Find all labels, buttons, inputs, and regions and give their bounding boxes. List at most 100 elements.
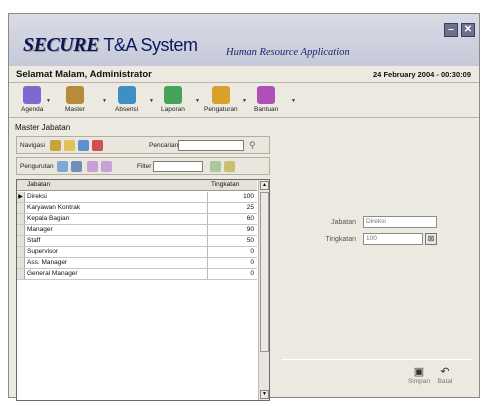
scroll-up-button[interactable]: ▲ — [260, 181, 269, 190]
sort-descending-icon[interactable] — [101, 161, 112, 172]
navigasi-label: Navigasi — [20, 142, 45, 149]
logo-secure: SECURE — [23, 34, 99, 56]
toolbar-bantuan[interactable]: Bantuan — [254, 86, 278, 113]
status-bar: Selamat Malam, Administrator 24 February… — [9, 67, 479, 83]
toolbar-agenda-label: Agenda — [21, 106, 44, 113]
master-dropdown-arrow[interactable]: ▼ — [102, 98, 107, 104]
column-tingkatan[interactable]: Tingkatan — [211, 181, 239, 188]
open-folder-icon[interactable] — [50, 140, 61, 151]
cell-tingkatan: 0 — [250, 270, 254, 277]
search-icon[interactable]: ⚲ — [249, 140, 260, 151]
agenda-icon — [23, 86, 42, 104]
cell-tingkatan: 100 — [243, 193, 254, 200]
grid-scrollbar[interactable]: ▲ ▼ — [258, 180, 269, 400]
toolbar-master-label: Master — [65, 106, 85, 113]
apply-filter-icon[interactable] — [210, 161, 221, 172]
cell-jabatan: Staff — [27, 237, 41, 244]
cell-jabatan: Karyawan Kontrak — [27, 204, 81, 211]
table-row[interactable]: Supervisor 0 — [17, 247, 257, 258]
filter-label: Filter — [137, 163, 152, 170]
bantuan-dropdown-arrow[interactable]: ▼ — [291, 98, 296, 104]
cell-jabatan: Ass. Manager — [27, 259, 68, 266]
toolbar-absensi[interactable]: Absensi — [115, 86, 138, 113]
pengurutan-label: Pengurutan — [20, 163, 54, 170]
edit-folder-icon[interactable] — [64, 140, 75, 151]
toolbar-laporan-label: Laporan — [161, 106, 185, 113]
save-button[interactable]: ▣ Simpan — [407, 366, 431, 385]
jabatan-field[interactable]: Direksi — [363, 216, 437, 228]
absensi-icon — [117, 86, 136, 104]
cell-jabatan: Manager — [27, 226, 53, 233]
cell-jabatan: Kepala Bagian — [27, 215, 70, 222]
toolbar-agenda[interactable]: Agenda — [21, 86, 43, 113]
datetime-text: 24 February 2004 - 00:30:09 — [373, 70, 471, 79]
main-window: SECURE T&A System Human Resource Applica… — [8, 13, 480, 401]
clear-filter-icon[interactable] — [224, 161, 235, 172]
cell-tingkatan: 60 — [246, 215, 254, 222]
save-label: Simpan — [407, 378, 431, 385]
form-divider — [282, 359, 472, 360]
tingkatan-field[interactable]: 100 — [363, 233, 423, 245]
table-row[interactable]: Kepala Bagian 60 — [17, 214, 257, 225]
toolbar-pengaturan-label: Pengaturan — [204, 106, 238, 113]
main-toolbar: Agenda ▼ Master ▼ Absensi ▼ Laporan ▼ Pe… — [9, 84, 479, 118]
bantuan-icon — [257, 86, 276, 104]
cell-jabatan: General Manager — [27, 270, 78, 277]
calculator-icon[interactable]: ⊠ — [425, 233, 437, 245]
sort-config-icon[interactable] — [57, 161, 68, 172]
pengaturan-dropdown-arrow[interactable]: ▼ — [242, 98, 247, 104]
panel-title: Master Jabatan — [15, 123, 71, 132]
minimize-button[interactable]: – — [444, 23, 458, 37]
grid-header: Jabatan Tingkatan — [17, 180, 257, 191]
cell-jabatan: Direksi — [27, 193, 47, 200]
search-input[interactable] — [178, 140, 244, 151]
logo-suffix: T&A System — [103, 35, 198, 55]
toolbar-pengaturan[interactable]: Pengaturan — [204, 86, 238, 113]
app-logo: SECURE T&A System — [23, 34, 198, 57]
laporan-icon — [163, 86, 182, 104]
save-icon: ▣ — [413, 366, 425, 378]
add-record-icon[interactable] — [78, 140, 89, 151]
toolbar-master[interactable]: Master — [65, 86, 85, 113]
absensi-dropdown-arrow[interactable]: ▼ — [149, 98, 154, 104]
jabatan-grid[interactable]: Jabatan Tingkatan ▶ Direksi 100 Karyawan… — [16, 179, 270, 401]
toolbar-absensi-label: Absensi — [115, 106, 139, 113]
cell-jabatan: Supervisor — [27, 248, 59, 255]
column-jabatan[interactable]: Jabatan — [27, 181, 50, 188]
app-tagline: Human Resource Application — [226, 47, 350, 58]
table-row[interactable]: General Manager 0 — [17, 269, 257, 280]
cancel-button[interactable]: ↶ Batal — [433, 366, 457, 385]
tingkatan-label: Tingkatan — [325, 236, 356, 243]
toolbar-laporan[interactable]: Laporan — [161, 86, 185, 113]
close-button[interactable]: ✕ — [461, 23, 475, 37]
scroll-thumb[interactable] — [260, 192, 269, 352]
table-row[interactable]: Staff 50 — [17, 236, 257, 247]
master-icon — [65, 86, 84, 104]
table-row[interactable]: Ass. Manager 0 — [17, 258, 257, 269]
cancel-label: Batal — [437, 378, 453, 385]
pengaturan-icon — [211, 86, 230, 104]
cell-tingkatan: 0 — [250, 248, 254, 255]
laporan-dropdown-arrow[interactable]: ▼ — [195, 98, 200, 104]
jabatan-label: Jabatan — [331, 219, 356, 226]
greeting-text: Selamat Malam, Administrator — [16, 69, 152, 80]
cell-tingkatan: 90 — [246, 226, 254, 233]
table-row[interactable]: Karyawan Kontrak 25 — [17, 203, 257, 214]
app-header: SECURE T&A System Human Resource Applica… — [9, 14, 479, 66]
undo-icon: ↶ — [440, 366, 450, 378]
navigation-bar: Navigasi Pencarian ⚲ — [16, 136, 270, 154]
cell-tingkatan: 50 — [246, 237, 254, 244]
cell-tingkatan: 25 — [246, 204, 254, 211]
current-row-indicator: ▶ — [17, 192, 25, 202]
delete-record-icon[interactable] — [92, 140, 103, 151]
table-row[interactable]: ▶ Direksi 100 — [17, 192, 257, 203]
cell-tingkatan: 0 — [250, 259, 254, 266]
scroll-down-button[interactable]: ▼ — [260, 390, 269, 399]
sort-ascending-icon[interactable] — [87, 161, 98, 172]
agenda-dropdown-arrow[interactable]: ▼ — [46, 98, 51, 104]
filter-input[interactable] — [153, 161, 203, 172]
pencarian-label: Pencarian — [149, 142, 179, 149]
sort-group-icon[interactable] — [71, 161, 82, 172]
table-row[interactable]: Manager 90 — [17, 225, 257, 236]
toolbar-bantuan-label: Bantuan — [254, 106, 279, 113]
